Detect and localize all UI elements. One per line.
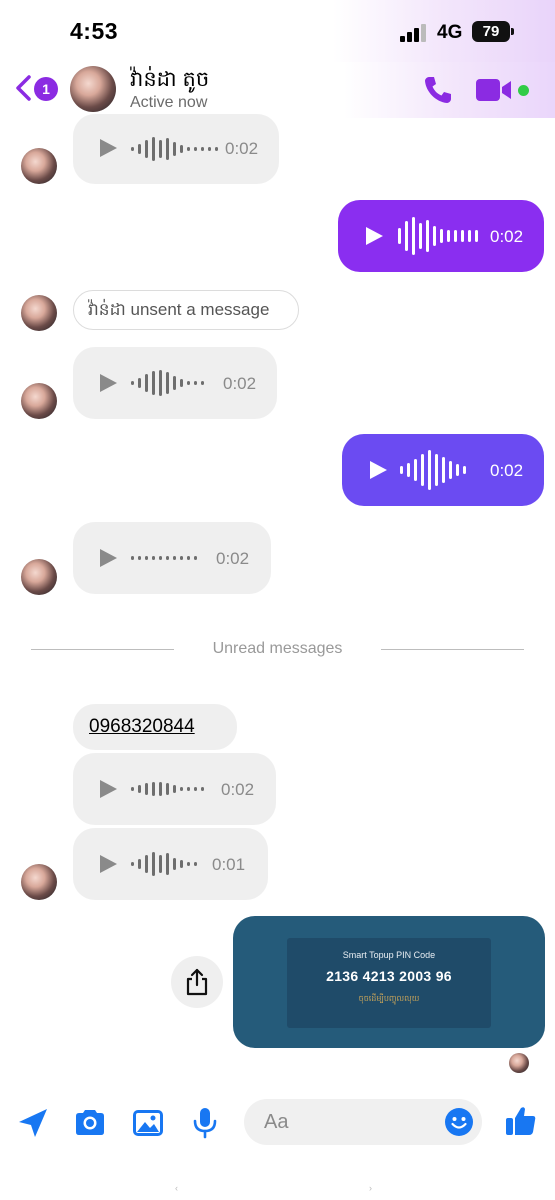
play-icon[interactable] [100, 855, 117, 873]
waveform [131, 538, 197, 578]
sender-avatar[interactable] [21, 864, 57, 900]
signal-strength-icon [400, 24, 430, 42]
phone-call-icon[interactable] [422, 74, 454, 106]
waveform [131, 769, 204, 809]
play-icon[interactable] [100, 139, 117, 157]
gallery-icon[interactable] [131, 1106, 165, 1140]
online-indicator [518, 85, 529, 96]
sender-avatar[interactable] [21, 383, 57, 419]
card-subtitle: ចុចដើម្បីបញ្ចូលលុយ [358, 994, 420, 1003]
voice-message-incoming[interactable]: 0:02 [73, 522, 271, 594]
unsent-message-notice: វ៉ាន់ដា unsent a message [73, 290, 299, 330]
emoji-icon[interactable] [444, 1107, 474, 1137]
play-icon[interactable] [100, 549, 117, 567]
pin-code: 2136 4213 2003 96 [326, 968, 452, 984]
microphone-icon[interactable] [188, 1106, 222, 1140]
voice-message-outgoing[interactable]: 0:02 [338, 200, 544, 272]
status-time: 4:53 [70, 18, 119, 44]
camera-icon[interactable] [73, 1106, 107, 1140]
card-title: Smart Topup PIN Code [342, 950, 436, 960]
voice-message-incoming[interactable]: 0:02 [73, 347, 277, 419]
play-icon[interactable] [366, 227, 383, 245]
presence-status: Active now [130, 94, 208, 111]
voice-message-incoming[interactable]: 0:02 [73, 114, 279, 184]
seen-receipt-avatar [509, 1053, 529, 1073]
topup-card: Smart Topup PIN Code 2136 4213 2003 96 ច… [287, 938, 491, 1028]
sender-avatar[interactable] [21, 295, 57, 331]
unread-messages-divider: Unread messages [212, 640, 343, 657]
voice-duration: 0:02 [223, 374, 257, 393]
conversation-header: 1 វ៉ាន់ដា តូច Active now [0, 62, 555, 118]
chevron-left-icon [16, 75, 31, 101]
phone-number-message[interactable]: 0968320844 [73, 704, 237, 750]
waveform [131, 363, 204, 403]
message-input[interactable]: Aa [244, 1099, 482, 1145]
unread-count-badge: 1 [34, 77, 58, 101]
voice-duration: 0:02 [225, 139, 259, 158]
waveform [398, 216, 478, 256]
thumbs-up-icon[interactable] [504, 1104, 538, 1138]
video-call-icon[interactable] [476, 78, 512, 102]
network-type: 4G [437, 22, 463, 43]
voice-duration: 0:02 [490, 227, 524, 246]
contact-name[interactable]: វ៉ាន់ដា តូច [130, 66, 209, 97]
waveform [400, 450, 466, 490]
message-composer: Aa [0, 1094, 555, 1154]
voice-duration: 0:02 [221, 780, 255, 799]
battery-icon: 79 [472, 21, 510, 42]
play-icon[interactable] [100, 780, 117, 798]
sender-avatar[interactable] [21, 148, 57, 184]
voice-message-incoming[interactable]: 0:02 [73, 753, 276, 825]
topup-image-message[interactable]: Smart Topup PIN Code 2136 4213 2003 96 ច… [233, 916, 545, 1048]
status-bar: 4:53 4G 79 [0, 0, 555, 62]
voice-duration: 0:01 [212, 855, 246, 874]
message-placeholder: Aa [264, 1111, 289, 1133]
share-icon [186, 968, 208, 996]
back-button[interactable]: 1 [14, 72, 62, 106]
waveform [131, 844, 197, 884]
voice-duration: 0:02 [490, 461, 524, 480]
voice-duration: 0:02 [216, 549, 250, 568]
sender-avatar[interactable] [21, 559, 57, 595]
contact-avatar[interactable] [70, 66, 116, 112]
waveform [131, 129, 218, 169]
voice-message-incoming[interactable]: 0:01 [73, 828, 268, 900]
location-arrow-icon[interactable] [16, 1106, 50, 1140]
home-indicator: ‹ › [175, 1183, 372, 1193]
play-icon[interactable] [100, 374, 117, 392]
play-icon[interactable] [370, 461, 387, 479]
share-button[interactable] [171, 956, 223, 1008]
voice-message-outgoing[interactable]: 0:02 [342, 434, 544, 506]
battery-tip [511, 28, 514, 35]
